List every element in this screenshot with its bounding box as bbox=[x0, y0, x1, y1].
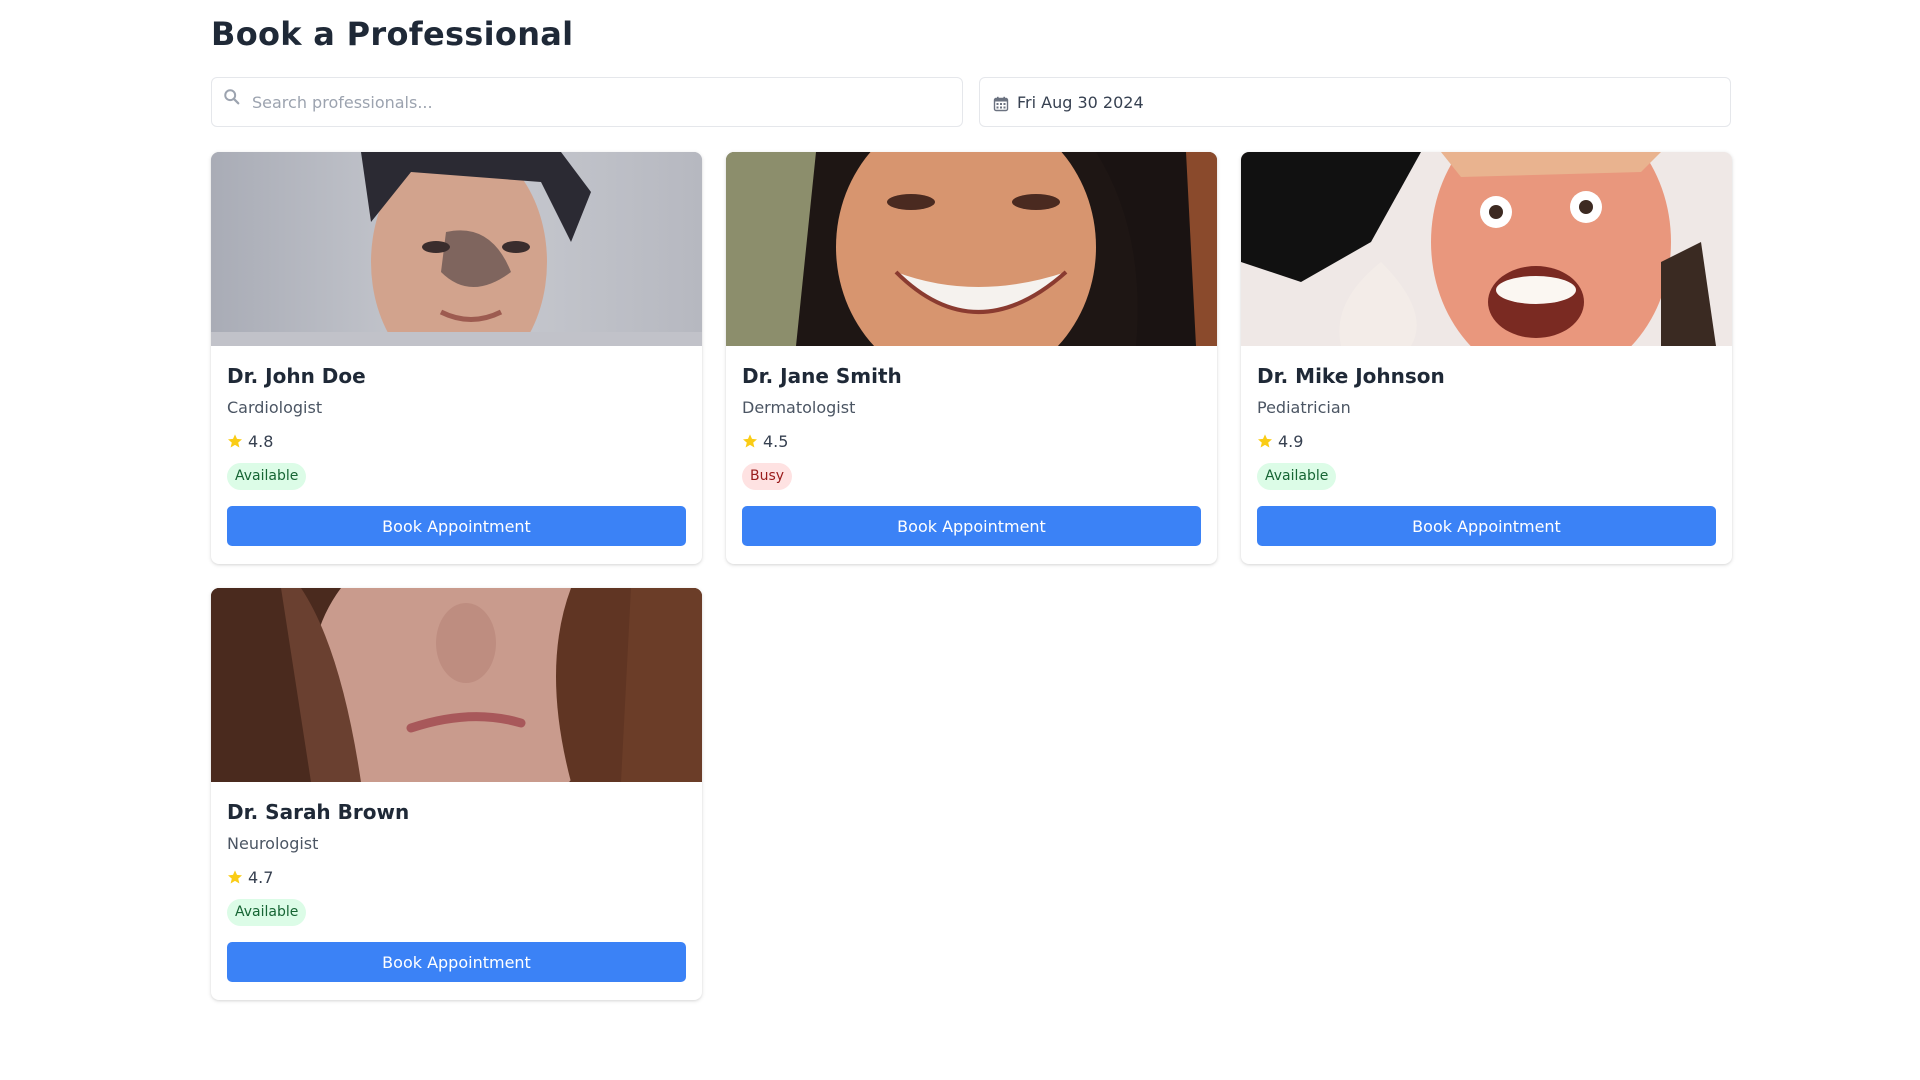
status-badge: Available bbox=[227, 463, 307, 490]
rating-value: 4.7 bbox=[248, 867, 274, 887]
rating: 4.5 bbox=[742, 430, 1201, 452]
book-appointment-button[interactable]: Book Appointment bbox=[742, 506, 1201, 546]
rating-value: 4.9 bbox=[1278, 431, 1304, 451]
filter-bar bbox=[211, 77, 1731, 127]
star-icon bbox=[743, 434, 757, 448]
professional-specialty: Dermatologist bbox=[742, 398, 856, 417]
professional-specialty: Cardiologist bbox=[227, 398, 323, 417]
professional-card: Dr. Sarah Brown Neurologist 4.7 Availabl… bbox=[211, 588, 702, 1000]
professional-specialty: Pediatrician bbox=[1257, 398, 1351, 417]
date-input[interactable] bbox=[980, 78, 1730, 126]
status-badge: Available bbox=[1257, 463, 1337, 490]
rating: 4.8 bbox=[227, 430, 686, 452]
star-icon bbox=[228, 434, 242, 448]
rating-value: 4.8 bbox=[248, 431, 274, 451]
calendar-icon bbox=[993, 96, 1009, 112]
page-title: Book a Professional bbox=[211, 15, 574, 53]
star-icon bbox=[228, 870, 242, 884]
status-badge: Available bbox=[227, 899, 307, 926]
professional-specialty: Neurologist bbox=[227, 834, 319, 853]
professional-card: Dr. Mike Johnson Pediatrician 4.9 Availa… bbox=[1241, 152, 1732, 564]
star-icon bbox=[1258, 434, 1272, 448]
search-input[interactable] bbox=[212, 78, 962, 126]
search-icon bbox=[224, 89, 240, 105]
professional-name: Dr. Mike Johnson bbox=[1257, 364, 1445, 388]
professional-card: Dr. Jane Smith Dermatologist 4.5 Busy Bo… bbox=[726, 152, 1217, 564]
rating: 4.7 bbox=[227, 866, 686, 888]
professional-photo bbox=[211, 588, 702, 782]
professional-name: Dr. John Doe bbox=[227, 364, 366, 388]
professionals-grid: Dr. John Doe Cardiologist 4.8 Available … bbox=[211, 152, 1732, 1000]
rating-value: 4.5 bbox=[763, 431, 789, 451]
professional-name: Dr. Jane Smith bbox=[742, 364, 902, 388]
main-container: Book a Professional Search professionals… bbox=[211, 0, 1732, 1000]
status-badge: Busy bbox=[742, 463, 793, 490]
professional-photo bbox=[1241, 152, 1732, 346]
book-appointment-button[interactable]: Book Appointment bbox=[227, 506, 686, 546]
search-field[interactable] bbox=[211, 77, 963, 127]
professional-name: Dr. Sarah Brown bbox=[227, 800, 410, 824]
book-appointment-button[interactable]: Book Appointment bbox=[227, 942, 686, 982]
book-appointment-button[interactable]: Book Appointment bbox=[1257, 506, 1716, 546]
rating: 4.9 bbox=[1257, 430, 1716, 452]
professional-card: Dr. John Doe Cardiologist 4.8 Available … bbox=[211, 152, 702, 564]
professional-photo bbox=[726, 152, 1217, 346]
date-field[interactable] bbox=[979, 77, 1731, 127]
professional-photo bbox=[211, 152, 702, 346]
